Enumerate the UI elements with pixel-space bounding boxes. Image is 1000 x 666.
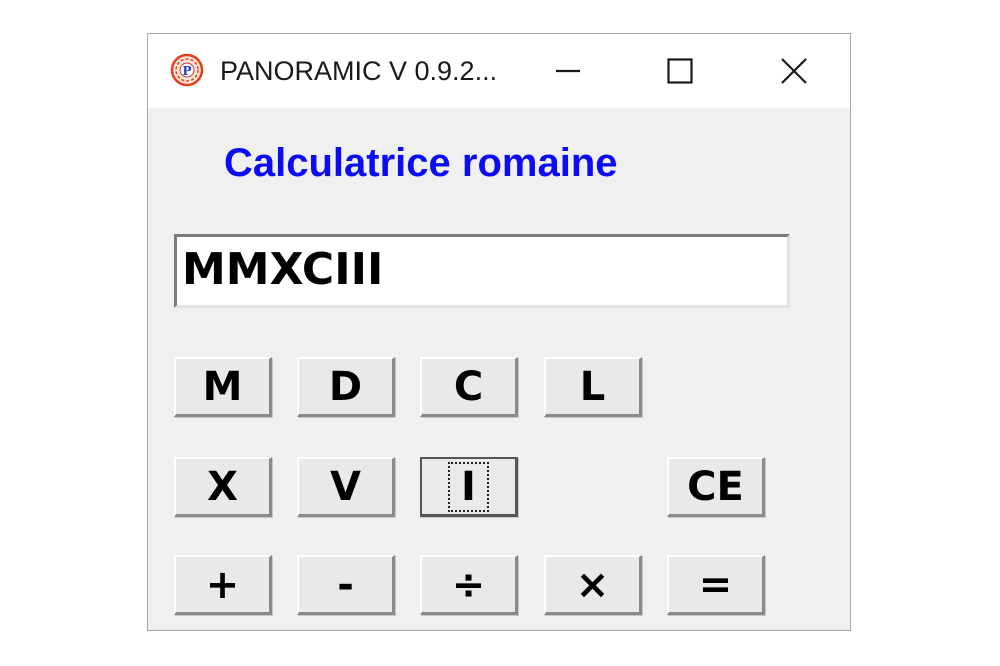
key-label: = xyxy=(698,561,733,608)
key-label: I xyxy=(448,461,489,512)
panoramic-app-icon[interactable]: P xyxy=(170,53,204,87)
key-label: CE xyxy=(687,463,744,510)
key-x-button[interactable]: X xyxy=(174,457,272,517)
maximize-icon xyxy=(667,58,693,84)
key-l-button[interactable]: L xyxy=(544,357,642,417)
add-button[interactable]: + xyxy=(174,555,272,615)
multiply-button[interactable]: × xyxy=(544,555,642,615)
key-c-button[interactable]: C xyxy=(420,357,518,417)
key-label: + xyxy=(205,561,240,608)
key-label: M xyxy=(202,363,243,410)
key-label: × xyxy=(575,561,610,608)
key-d-button[interactable]: D xyxy=(297,357,395,417)
key-label: V xyxy=(330,463,361,510)
title-bar[interactable]: P PANORAMIC V 0.9.2... xyxy=(148,34,850,108)
key-v-button[interactable]: V xyxy=(297,457,395,517)
equals-button[interactable]: = xyxy=(667,555,765,615)
minimize-button[interactable] xyxy=(512,34,624,108)
minimize-icon xyxy=(556,69,580,73)
key-m-button[interactable]: M xyxy=(174,357,272,417)
clear-entry-button[interactable]: CE xyxy=(667,457,765,517)
key-label: D xyxy=(328,363,363,410)
close-button[interactable] xyxy=(738,34,850,108)
key-label: C xyxy=(453,363,484,410)
divide-button[interactable]: ÷ xyxy=(420,555,518,615)
key-label: L xyxy=(579,363,606,410)
subtract-button[interactable]: - xyxy=(297,555,395,615)
maximize-button[interactable] xyxy=(624,34,736,108)
key-label: - xyxy=(337,561,354,608)
key-label: ÷ xyxy=(451,561,486,608)
app-heading: Calculatrice romaine xyxy=(224,141,618,185)
key-label: X xyxy=(207,463,238,510)
calculator-window: P PANORAMIC V 0.9.2... Calculatrice roma… xyxy=(147,33,851,631)
key-i-button[interactable]: I xyxy=(420,457,518,517)
close-icon xyxy=(781,58,807,84)
roman-numeral-display[interactable]: MMXCIII xyxy=(174,234,790,308)
svg-text:P: P xyxy=(182,64,191,78)
window-title: PANORAMIC V 0.9.2... xyxy=(220,56,498,86)
